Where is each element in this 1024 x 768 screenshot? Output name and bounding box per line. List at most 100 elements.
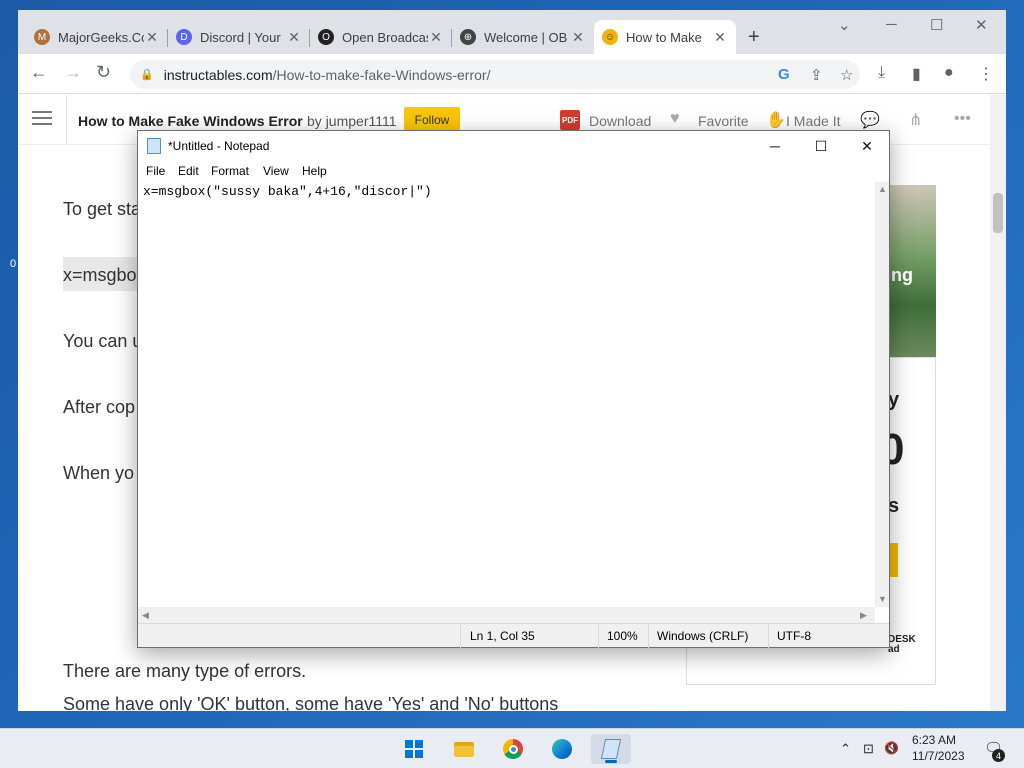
paragraph: There are many type of errors. [63,661,307,681]
maximize-button[interactable]: ☐ [798,135,844,159]
chrome-icon [503,739,523,759]
taskbar: ⌃ ⊡ 🔇 6:23 AM 11/7/2023 🗨 4 [0,728,1024,768]
comments-icon[interactable]: 💬 [860,110,880,130]
zoom-level: 100% [607,629,638,643]
close-button[interactable]: ✕ [844,135,890,159]
network-icon[interactable]: ⊡ [863,741,874,757]
tab-majorgeeks[interactable]: M MajorGeeks.Co ✕ [26,20,168,54]
text-editor[interactable]: x=msgbox("sussy baka",4+16,"discor|") [138,182,875,607]
notepad-icon [600,739,622,759]
taskbar-notepad[interactable] [591,734,631,764]
taskbar-chrome[interactable] [493,734,533,764]
scroll-left-icon[interactable]: ◀ [142,610,149,621]
vertical-scrollbar[interactable]: ▲ ▼ [875,182,889,607]
line-ending: Windows (CRLF) [657,629,749,643]
menu-bar: File Edit Format View Help [138,162,889,182]
tab-obs[interactable]: O Open Broadcas ✕ [310,20,452,54]
author-link[interactable]: jumper1111 [326,113,397,129]
tab-welcome-obs[interactable]: ⊕ Welcome | OB ✕ [452,20,594,54]
download-icon[interactable]: ⤓ [878,64,885,82]
project-author[interactable]: by jumper1111 [307,113,397,129]
profile-avatar-icon[interactable]: ● [944,64,954,82]
new-tab-button[interactable]: + [748,26,760,49]
tab-title: Discord | Your [200,29,281,45]
globe-favicon-icon: ⊕ [460,29,476,45]
chrome-menu-icon[interactable]: ⋮ [978,64,994,84]
tab-title: Open Broadcas [342,29,428,45]
taskbar-edge[interactable] [542,734,582,764]
pdf-icon[interactable]: PDF [560,110,580,130]
reload-icon[interactable]: ↻ [96,62,111,83]
tab-instructables[interactable]: ☺ How to Make ✕ [594,20,736,54]
close-button[interactable]: ✕ [975,16,988,34]
desktop-icon-partial[interactable]: 0 [10,258,16,270]
scroll-right-icon[interactable]: ▶ [860,610,867,621]
page-scrollbar-thumb[interactable] [993,193,1003,233]
majorgeeks-favicon-icon: M [34,29,50,45]
ad-brand: DESK ad [888,634,916,655]
volume-muted-icon[interactable]: 🔇 [884,741,899,755]
project-title: How to Make Fake Windows Error [78,113,303,129]
windows-start-icon [405,740,423,758]
scroll-up-icon[interactable]: ▲ [878,184,887,194]
bookmark-star-icon[interactable]: ☆ [840,66,853,84]
more-options-icon[interactable]: ••• [954,110,971,128]
tab-title: Welcome | OB [484,29,568,45]
favorite-button[interactable]: Favorite [698,113,749,129]
forward-icon[interactable]: → [64,62,82,83]
clock-date[interactable]: 11/7/2023 [912,749,965,763]
menu-view[interactable]: View [263,164,289,178]
start-button[interactable] [394,734,434,764]
folder-icon [454,741,474,757]
back-icon[interactable]: ← [30,62,48,83]
paragraph: When yo [63,463,135,483]
tab-close-icon[interactable]: ✕ [286,29,302,46]
tab-close-icon[interactable]: ✕ [570,29,586,46]
heart-icon[interactable]: ♥ [670,110,680,128]
menu-format[interactable]: Format [211,164,249,178]
paragraph: Some have only 'OK' button, some have 'Y… [63,694,559,711]
tab-close-icon[interactable]: ✕ [712,29,728,46]
notepad-titlebar[interactable]: *Untitled - Notepad ─ ☐ ✕ [138,131,889,162]
minimize-button[interactable]: ─ [752,135,798,159]
tab-search-icon[interactable]: ⌄ [838,16,851,34]
code-line: x=msgbo [63,265,137,285]
discord-favicon-icon: D [176,29,192,45]
scroll-down-icon[interactable]: ▼ [878,594,887,604]
instructables-favicon-icon: ☺ [602,29,618,45]
clock-time[interactable]: 6:23 AM [912,733,956,747]
paragraph: After cop [63,397,136,417]
lock-icon[interactable]: 🔒 [140,68,154,81]
side-panel-icon[interactable]: ▮ [912,64,921,84]
status-bar: Ln 1, Col 35 100% Windows (CRLF) UTF-8 [138,623,889,648]
ad-image-text: ing [886,265,913,285]
hand-icon[interactable]: ✋ [766,110,786,130]
address-bar[interactable]: 🔒 instructables.com/How-to-make-fake-Win… [130,60,860,89]
tab-close-icon[interactable]: ✕ [428,29,444,46]
paragraph: To get sta [63,199,142,219]
encoding: UTF-8 [777,629,811,643]
tab-strip: M MajorGeeks.Co ✕ D Discord | Your ✕ O O… [18,10,1006,54]
tab-title: How to Make [626,29,702,45]
maximize-button[interactable]: ☐ [930,16,943,34]
page-scrollbar[interactable] [990,95,1006,711]
tab-close-icon[interactable]: ✕ [144,29,160,46]
minimize-button[interactable]: ─ [886,16,897,33]
tab-discord[interactable]: D Discord | Your ✕ [168,20,310,54]
menu-edit[interactable]: Edit [178,164,199,178]
obs-favicon-icon: O [318,29,334,45]
tab-title: MajorGeeks.Co [58,29,144,45]
horizontal-scrollbar[interactable]: ◀ ▶ [138,607,875,623]
show-hidden-icons-icon[interactable]: ⌃ [840,741,851,757]
editor-content[interactable]: x=msgbox("sussy baka",4+16,"discor|") [143,184,432,199]
i-made-it-button[interactable]: I Made It [786,113,840,129]
hamburger-menu-icon[interactable] [32,111,52,129]
google-translate-icon[interactable]: G [778,66,790,83]
notification-count-badge: 4 [992,749,1005,762]
menu-help[interactable]: Help [302,164,327,178]
share-icon[interactable]: ⇪ [810,66,823,84]
taskbar-file-explorer[interactable] [444,734,484,764]
menu-file[interactable]: File [146,164,165,178]
download-button[interactable]: Download [589,113,651,129]
share-icon[interactable]: ⋔ [909,110,922,130]
